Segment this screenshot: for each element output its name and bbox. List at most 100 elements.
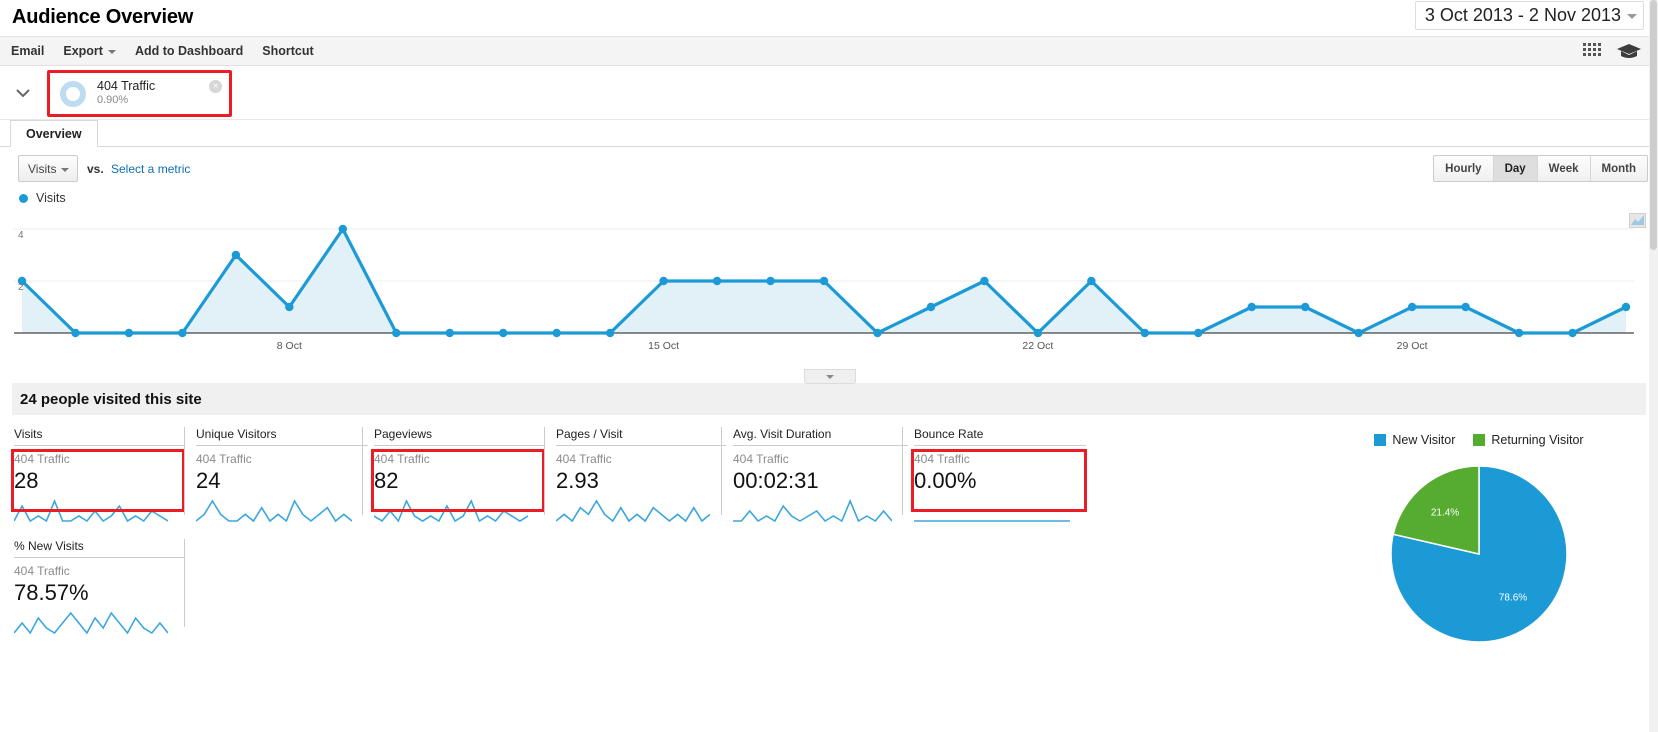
pie-legend-item-returning-visitor: Returning Visitor [1473,433,1584,447]
collapse-chart-button[interactable] [804,369,856,384]
tab-overview-label: Overview [26,126,82,141]
period-day-button[interactable]: Day [1493,156,1538,181]
metric-sparkline [14,498,168,523]
close-icon[interactable]: × [209,80,222,93]
primary-metric-select[interactable]: Visits [18,155,78,182]
export-button[interactable]: Export [63,44,116,58]
chevron-down-icon [107,49,116,54]
segment-name: 404 Traffic [97,78,156,93]
report-tabs: Overview [0,120,1658,147]
metric-sparkline [374,499,528,523]
segment-row: 404 Traffic 0.90% × [0,66,1658,120]
visits-timeline-chart: Visits 4 2 8 Oct 15 Oct 22 Oct 29 Oct [14,191,1646,384]
metric-sparkline [196,499,352,523]
chart-type-toggle-icon[interactable] [1629,213,1646,228]
svg-text:8 Oct: 8 Oct [277,340,302,352]
svg-text:2: 2 [18,282,24,293]
pie-legend: New Visitor Returning Visitor [1314,433,1644,447]
metric-value: 00:02:31 [733,467,819,493]
metric-segment-label: 404 Traffic [914,452,970,466]
shortcut-button[interactable]: Shortcut [262,44,313,58]
chart-canvas[interactable]: 4 2 8 Oct 15 Oct 22 Oct 29 Oct [14,211,1634,361]
metric-segment-label: 404 Traffic [14,564,70,578]
report-toolbar: Email Export Add to Dashboard Shortcut [0,36,1658,66]
metric-divider [544,427,545,515]
date-range-label: 3 Oct 2013 - 2 Nov 2013 [1424,5,1621,25]
toolbar-right-icons [1582,42,1642,60]
metric-card-visits[interactable]: Visits 404 Traffic 28 [14,427,184,523]
metric-sparkline [14,611,168,635]
select-a-metric-link[interactable]: Select a metric [111,162,190,176]
chevron-down-icon [826,375,834,379]
metric-segment-label: 404 Traffic [14,452,70,466]
metric-card-bounce-rate[interactable]: Bounce Rate 404 Traffic 0.00% [914,427,1086,523]
metric-card-unique-visitors[interactable]: Unique Visitors 404 Traffic 24 [196,427,368,523]
primary-metric-label: Visits [28,161,57,176]
metric-sparkline [914,520,1070,522]
visitors-summary-banner: 24 people visited this site [12,383,1646,415]
period-week-button[interactable]: Week [1538,156,1591,181]
date-range-selector[interactable]: 3 Oct 2013 - 2 Nov 2013 [1414,1,1644,30]
add-to-dashboard-button[interactable]: Add to Dashboard [135,44,243,58]
metric-sparkline [733,498,892,523]
metric-card-avg-visit-duration[interactable]: Avg. Visit Duration 404 Traffic 00:02:31 [733,427,908,523]
legend-label-visits: Visits [36,191,66,205]
svg-text:78.6%: 78.6% [1499,593,1527,604]
metric-title: % New Visits [14,539,184,558]
svg-text:4: 4 [18,230,24,241]
grid-icon[interactable] [1582,42,1602,60]
svg-text:21.4%: 21.4% [1431,507,1459,518]
new-vs-returning-pie-chart: New Visitor Returning Visitor 78.6% 21.4% [1314,427,1644,645]
vs-label: vs. [87,162,104,176]
metric-divider [362,427,363,515]
metric-selector-bar: Visits vs. Select a metric Hourly Day We… [0,147,1658,191]
metrics-grid: New Visitor Returning Visitor 78.6% 21.4%… [0,427,1658,643]
metric-divider [721,427,722,515]
metric-title: Unique Visitors [196,427,368,446]
metric-card-pages-visit[interactable]: Pages / Visit 404 Traffic 2.93 [556,427,726,523]
period-hourly-button[interactable]: Hourly [1434,156,1494,181]
pie-legend-label-returning: Returning Visitor [1491,433,1584,447]
page-title: Audience Overview [12,6,194,28]
visitors-summary-text: 24 people visited this site [20,390,202,408]
metric-value: 28 [14,467,39,493]
metric-divider [902,427,903,515]
expand-segments-chevron-icon[interactable] [14,84,32,102]
metric-value: 2.93 [556,467,599,493]
time-granularity-group: Hourly Day Week Month [1433,155,1648,182]
metric-title: Visits [14,427,184,446]
metric-value: 82 [374,467,399,493]
metric-card-pageviews[interactable]: Pageviews 404 Traffic 82 [374,427,544,523]
svg-text:22 Oct: 22 Oct [1022,340,1053,352]
segment-donut-icon [60,80,86,107]
period-month-button[interactable]: Month [1591,156,1647,181]
metric-segment-label: 404 Traffic [556,452,612,466]
tab-overview[interactable]: Overview [10,120,98,147]
svg-text:15 Oct: 15 Oct [648,340,679,352]
metric-divider [184,539,185,627]
page-scrollbar[interactable] [1649,0,1658,732]
chevron-down-icon [1627,14,1637,19]
metric-card-new-visits[interactable]: % New Visits 404 Traffic 78.57% [14,539,184,635]
pie-legend-label-new: New Visitor [1392,433,1456,447]
chart-legend: Visits [19,191,66,205]
pie-legend-item-new-visitor: New Visitor [1374,433,1455,447]
legend-color-swatch [19,193,28,203]
scrollbar-thumb[interactable] [1650,0,1657,250]
svg-text:29 Oct: 29 Oct [1397,340,1428,352]
graduation-cap-icon[interactable] [1616,42,1642,60]
metric-segment-label: 404 Traffic [196,452,252,466]
metric-value: 0.00% [914,467,977,493]
metric-title: Pageviews [374,427,544,446]
metric-value: 78.57% [14,579,89,605]
legend-color-swatch [1473,434,1486,446]
page-header: Audience Overview 3 Oct 2013 - 2 Nov 201… [0,0,1658,36]
segment-chip-404-traffic[interactable]: 404 Traffic 0.90% × [47,70,232,117]
email-button[interactable]: Email [11,44,44,58]
metric-segment-label: 404 Traffic [374,452,430,466]
metric-segment-label: 404 Traffic [733,452,789,466]
metric-sparkline [556,499,710,523]
pie-canvas[interactable]: 78.6% 21.4% [1379,463,1579,645]
segment-percent: 0.90% [97,94,129,107]
legend-color-swatch [1374,434,1387,446]
